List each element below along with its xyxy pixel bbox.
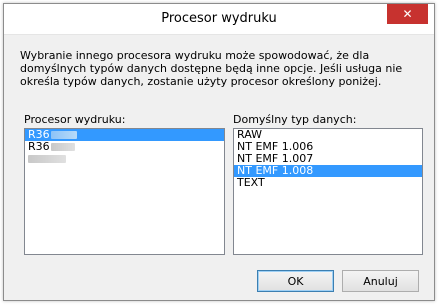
redacted-text: [50, 143, 75, 151]
close-icon: ✕: [402, 7, 413, 21]
datatype-label: Domyślny typ danych:: [233, 113, 357, 126]
cancel-button[interactable]: Anuluj: [342, 270, 419, 292]
datatype-listbox[interactable]: RAW NT EMF 1.006 NT EMF 1.007 NT EMF 1.0…: [233, 128, 423, 255]
processor-item[interactable]: R36: [25, 129, 224, 141]
title-bar: Procesor wydruku ✕: [4, 4, 434, 35]
dialog-title: Procesor wydruku: [161, 11, 277, 26]
dialog-content: Wybranie innego procesora wydruku może s…: [4, 35, 434, 300]
redacted-text: [28, 155, 66, 163]
processor-label: Procesor wydruku:: [24, 113, 126, 126]
processor-listbox[interactable]: R36 R36: [24, 128, 225, 255]
processor-item-text: R36: [28, 140, 50, 153]
redacted-text: [50, 131, 77, 139]
info-text: Wybranie innego procesora wydruku może s…: [20, 49, 403, 88]
print-processor-dialog: Procesor wydruku ✕ Wybranie innego proce…: [3, 3, 435, 301]
ok-button[interactable]: OK: [257, 270, 334, 292]
datatype-item[interactable]: TEXT: [234, 177, 422, 189]
processor-item[interactable]: [25, 153, 224, 165]
close-button[interactable]: ✕: [387, 4, 428, 24]
processor-item[interactable]: R36: [25, 141, 224, 153]
